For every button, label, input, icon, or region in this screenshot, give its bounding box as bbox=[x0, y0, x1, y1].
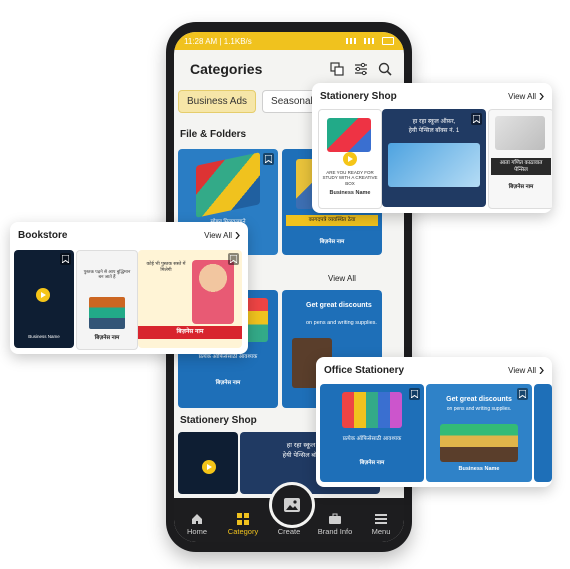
filter-icon[interactable] bbox=[354, 62, 368, 76]
thumb-heading: Get great discounts bbox=[446, 396, 512, 403]
battery-icon bbox=[382, 37, 394, 45]
popup-card-office-stationery: Office Stationery View All प्रत्येक ऑफिस… bbox=[316, 357, 552, 487]
thumb-line-2: हेयी पेन्सिल बॉक्स नं. 1 bbox=[408, 128, 460, 134]
view-all-link[interactable]: View All bbox=[508, 92, 544, 101]
pencil-box-image bbox=[388, 143, 480, 187]
thumb-office-2[interactable]: Get great discounts on pens and writing … bbox=[426, 384, 532, 482]
popup-card-stationery-shop: Stationery Shop View All ARE YOU READY F… bbox=[312, 83, 552, 213]
menu-icon bbox=[375, 514, 387, 524]
thumb-stationery-2[interactable]: हा रहा स्कूल ऑफ़र, हेयी पेन्सिल बॉक्स नं… bbox=[382, 109, 486, 207]
thumb-text: पुस्तक पढ़ने से आप बुद्धिमान बन जाते हैं bbox=[83, 269, 131, 280]
nav-home[interactable]: Home bbox=[177, 513, 217, 536]
books-image bbox=[89, 297, 125, 329]
bookmark-icon[interactable] bbox=[263, 153, 274, 165]
tile-footer: बिज़नेस नाम bbox=[215, 380, 241, 386]
card-title: Bookstore bbox=[18, 230, 68, 241]
thumb-bookstore-2[interactable]: पुस्तक पढ़ने से आप बुद्धिमान बन जाते हैं… bbox=[76, 250, 138, 350]
signal-icon-2 bbox=[364, 38, 378, 44]
home-icon bbox=[192, 514, 202, 524]
card-title: Stationery Shop bbox=[320, 91, 397, 102]
thumb-office-3[interactable] bbox=[534, 384, 552, 482]
thumb-footer: बिज़नेस नाम bbox=[508, 184, 534, 190]
nav-label: Create bbox=[277, 527, 301, 536]
signal-icon bbox=[346, 38, 360, 44]
thumb-stationery-3[interactable]: आता गणित काठावात पेन्सिल बिज़नेस नाम bbox=[488, 109, 552, 209]
card-title: Office Stationery bbox=[324, 365, 405, 376]
play-icon[interactable] bbox=[36, 288, 50, 302]
nav-label: Category bbox=[227, 527, 259, 536]
thumb-caption: ARE YOU READY FOR STUDY WITH A CREATIVE … bbox=[322, 170, 378, 186]
section-title-file-folders: File & Folders bbox=[180, 129, 247, 140]
status-time: 11:28 AM bbox=[184, 36, 218, 46]
section-title-stationery-shop: Stationery Shop bbox=[180, 415, 257, 426]
bookmark-icon[interactable] bbox=[409, 388, 420, 400]
play-icon[interactable] bbox=[202, 460, 216, 474]
thumb-business: Business Name bbox=[28, 334, 60, 339]
nav-brand-info[interactable]: Brand Info bbox=[315, 513, 355, 536]
geometry-set-image bbox=[495, 116, 545, 150]
chevron-right-icon bbox=[235, 232, 240, 239]
nav-label: Menu bbox=[371, 527, 391, 536]
thumb-business: Business Name bbox=[458, 466, 500, 472]
view-all-link[interactable]: View All bbox=[508, 366, 544, 375]
popup-card-bookstore: Bookstore View All Business Name पुस्तक … bbox=[10, 222, 248, 354]
search-icon[interactable] bbox=[378, 62, 392, 76]
folders-image bbox=[196, 152, 260, 218]
thumb-stationery-1[interactable]: ARE YOU READY FOR STUDY WITH A CREATIVE … bbox=[318, 109, 382, 209]
view-all-label: View All bbox=[204, 231, 232, 240]
tile-caption: प्रत्येक ऑफिसेसाठी आवश्यक bbox=[198, 354, 258, 360]
briefcase-icon bbox=[329, 513, 341, 524]
thumb-sub: on pens and writing supplies. bbox=[446, 406, 512, 412]
thumb-business: Business Name bbox=[329, 190, 371, 196]
view-all-link[interactable]: View All bbox=[204, 231, 240, 240]
thumb-caption: आता गणित काठावात पेन्सिल bbox=[491, 158, 551, 176]
thumb-caption: प्रत्येक ऑफिसेसाठी आवश्यक bbox=[342, 436, 402, 442]
page-title: Categories bbox=[190, 61, 263, 77]
thumb-office-1[interactable]: प्रत्येक ऑफिसेसाठी आवश्यक बिज़नेस नाम bbox=[320, 384, 424, 482]
thumb-footer: बिज़नेस नाम bbox=[359, 460, 385, 466]
create-icon bbox=[284, 498, 300, 512]
tile-caption: कागदपत्रे व्यवस्थित ठेवा bbox=[286, 215, 378, 226]
view-all-link[interactable]: View All bbox=[328, 274, 356, 283]
stationery-image bbox=[342, 392, 402, 428]
view-all-label: View All bbox=[508, 92, 536, 101]
thumb-bookstore-1[interactable]: Business Name bbox=[14, 250, 74, 348]
thumb-line-1: हा रहा स्कूल ऑफ़र, bbox=[412, 119, 456, 125]
thumb-footer: बिज़नेस नाम bbox=[94, 335, 120, 341]
discount-sub: on pens and writing supplies. bbox=[306, 320, 377, 326]
chevron-right-icon bbox=[539, 93, 544, 100]
tile-footer: बिज़नेस नाम bbox=[319, 239, 345, 245]
bookmark-icon[interactable] bbox=[471, 113, 482, 125]
thumb-bookstore-3[interactable]: कोई भी पुस्तक सस्ते में मिलेगी बिज़नेस न… bbox=[138, 250, 242, 348]
thumb-footer: बिज़नेस नाम bbox=[138, 326, 242, 340]
play-icon[interactable] bbox=[343, 152, 357, 166]
nav-menu[interactable]: Menu bbox=[361, 513, 401, 536]
books-pencils-image bbox=[440, 424, 518, 462]
creative-box-image bbox=[327, 118, 371, 152]
discount-heading: Get great discounts bbox=[306, 302, 372, 309]
nav-label: Brand Info bbox=[317, 527, 353, 536]
create-button[interactable] bbox=[269, 482, 315, 528]
bookmark-icon[interactable] bbox=[60, 253, 71, 265]
bookmark-icon[interactable] bbox=[517, 388, 528, 400]
thumb-text: कोई भी पुस्तक सस्ते में मिलेगी bbox=[146, 262, 186, 273]
chevron-right-icon bbox=[539, 367, 544, 374]
nav-label: Home bbox=[186, 527, 207, 536]
status-speed: 1.1KB/s bbox=[223, 36, 252, 46]
bookmark-icon[interactable] bbox=[228, 253, 239, 265]
status-bar: 11:28 AM | 1.1KB/s bbox=[174, 32, 404, 50]
nav-category[interactable]: Category bbox=[223, 513, 263, 536]
chip-business-ads[interactable]: Business Ads bbox=[178, 90, 257, 113]
view-all-label: View All bbox=[508, 366, 536, 375]
girl-with-books-image bbox=[192, 260, 234, 324]
tile-stationery-1[interactable] bbox=[178, 432, 238, 494]
translate-icon[interactable] bbox=[330, 62, 344, 76]
category-icon bbox=[237, 513, 249, 525]
